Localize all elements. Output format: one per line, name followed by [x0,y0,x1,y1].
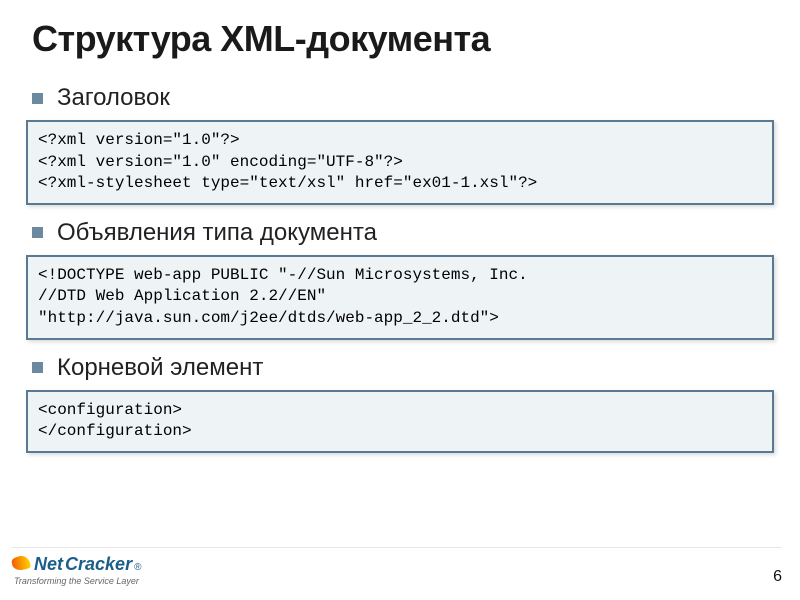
logo-text-part2: Cracker [65,554,132,575]
code-box-2: <!DOCTYPE web-app PUBLIC "-//Sun Microsy… [26,255,774,340]
logo-text-part1: Net [34,554,63,575]
bullet-icon [32,93,43,104]
section-label-3: Корневой элемент [57,354,263,382]
swoosh-icon [11,555,31,571]
bullet-icon [32,227,43,238]
code-box-1: <?xml version="1.0"?> <?xml version="1.0… [26,120,774,205]
section-label-1: Заголовок [57,84,170,112]
bullet-row: Заголовок [32,84,768,112]
slide-footer: Net Cracker ® Transforming the Service L… [12,547,782,586]
logo-main: Net Cracker ® [12,554,141,575]
section-doctype: Объявления типа документа <!DOCTYPE web-… [32,219,768,340]
logo: Net Cracker ® Transforming the Service L… [12,554,141,586]
bullet-row: Объявления типа документа [32,219,768,247]
registered-mark: ® [134,562,141,573]
bullet-row: Корневой элемент [32,354,768,382]
code-box-3: <configuration> </configuration> [26,390,774,453]
section-root: Корневой элемент <configuration> </confi… [32,354,768,453]
slide-title: Структура XML-документа [32,18,768,60]
slide-content: Структура XML-документа Заголовок <?xml … [0,0,800,453]
bullet-icon [32,362,43,373]
section-label-2: Объявления типа документа [57,219,377,247]
section-header: Заголовок <?xml version="1.0"?> <?xml ve… [32,84,768,205]
page-number: 6 [773,568,782,586]
logo-tagline: Transforming the Service Layer [14,576,139,586]
